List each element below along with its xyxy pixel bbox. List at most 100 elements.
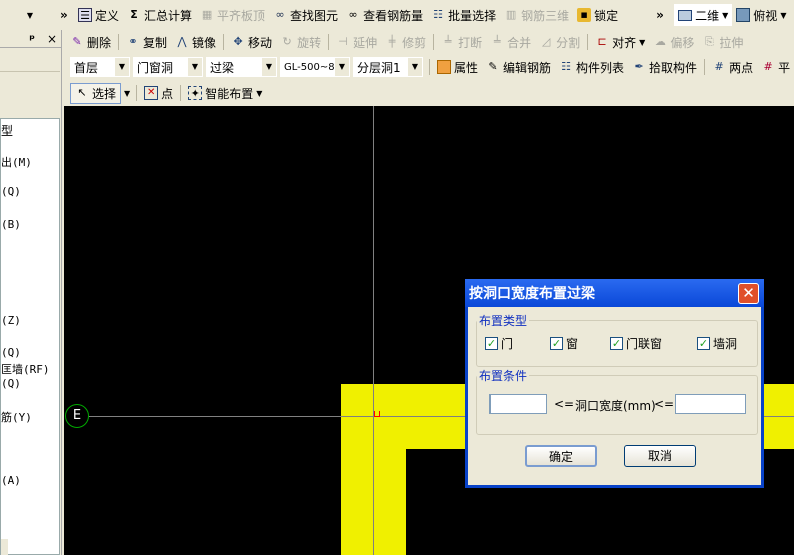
offset-icon: ☁ [654, 35, 666, 48]
dialog-title-bar[interactable]: 按洞口宽度布置过梁 [465, 279, 764, 307]
component-select[interactable]: GL-500~80 ▼ [280, 57, 350, 77]
flush-slab-button[interactable]: ▦ 平齐板顶 [196, 4, 269, 26]
check-icon: ✓ [697, 337, 710, 350]
max-width-input[interactable] [675, 394, 746, 414]
stretch-button[interactable]: ⎘ 拉伸 [698, 31, 747, 53]
left-panel: ᵖ × 型 出(M) (Q) (B) (Z) (Q) 匡墙(RF) (Q) 筋(… [0, 30, 62, 555]
point-button[interactable]: ✕ 点 [140, 82, 177, 104]
pin-icon[interactable]: ᵖ [29, 32, 35, 46]
tree-item[interactable]: 匡墙(RF) [1, 361, 50, 377]
close-icon[interactable]: × [47, 32, 57, 46]
min-width-input[interactable] [489, 394, 547, 414]
view-direction-select[interactable]: 俯视 ▼ [732, 4, 790, 26]
check-icon: ✓ [550, 337, 563, 350]
trim-button[interactable]: ╪ 修剪 [381, 31, 430, 53]
view-rebar-button[interactable]: ∞ 查看钢筋量 [342, 4, 427, 26]
pick-icon: ✒ [634, 60, 644, 73]
type-select[interactable]: 过梁 ▼ [206, 57, 277, 77]
pick-component-button[interactable]: ✒ 拾取构件 [628, 56, 701, 78]
rebar-3d-icon: ▥ [505, 8, 517, 21]
chevron-down-icon: ▼ [639, 37, 646, 47]
le-label-2: <= [654, 397, 675, 411]
panel-header: ᵖ × [0, 30, 61, 48]
copy-icon: ⚭ [128, 35, 138, 48]
rotate-button[interactable]: ↻ 旋转 [276, 31, 325, 53]
checkbox-door[interactable]: ✓ 门 [485, 335, 513, 352]
toolbar-overflow[interactable]: » [60, 8, 74, 22]
summary-calc-button[interactable]: Σ 汇总计算 [123, 4, 196, 26]
edit-rebar-button[interactable]: ✎ 编辑钢筋 [482, 56, 555, 78]
tree-item[interactable]: (Z) [1, 314, 21, 327]
extend-button[interactable]: ⊣ 延伸 [332, 31, 381, 53]
two-point-button[interactable]: # 两点 [708, 56, 757, 78]
select-button[interactable]: ↖ 选择 [70, 82, 122, 104]
edit-rebar-icon: ✎ [488, 60, 498, 73]
layer-select[interactable]: 分层洞1 ▼ [353, 57, 423, 77]
scrollbar[interactable] [1, 539, 8, 555]
two-point-icon: # [714, 60, 724, 73]
smart-layout-button[interactable]: ✦ 智能布置 ▼ [184, 82, 266, 104]
checkbox-wall-opening[interactable]: ✓ 墙洞 [697, 335, 737, 352]
list-icon: ☷ [561, 60, 571, 73]
chevron-down-icon: ▼ [408, 58, 422, 76]
floor-select[interactable]: 首层 ▼ [70, 57, 130, 77]
category-select[interactable]: 门窗洞 ▼ [133, 57, 203, 77]
chevron-down-icon: ▼ [335, 58, 349, 76]
chevron-down-icon: ▼ [262, 58, 276, 76]
glasses-icon: ∞ [348, 8, 358, 21]
align-icon: ⊏ [597, 35, 607, 48]
batch-select-icon: ☷ [433, 8, 444, 21]
cursor-icon: ↖ [77, 86, 87, 99]
tree-item[interactable]: (A) [1, 474, 21, 487]
axis-marker[interactable]: E [65, 404, 89, 428]
tree-item[interactable]: 筋(Y) [1, 409, 32, 425]
align-button[interactable]: ⊏ 对齐 ▼ [591, 31, 649, 53]
binoculars-icon: ∞ [275, 8, 285, 21]
checkbox-window[interactable]: ✓ 窗 [550, 335, 578, 352]
delete-button[interactable]: ✎ 删除 [66, 31, 115, 53]
properties-icon [437, 60, 451, 74]
split-button[interactable]: ◿ 分割 [535, 31, 584, 53]
tree-item[interactable]: 出(M) [1, 154, 32, 170]
toolbar-overflow-2[interactable]: » [656, 8, 674, 22]
parallel-button[interactable]: # 平 [757, 56, 794, 78]
define-icon: ☰ [78, 8, 92, 22]
mirror-icon: ⋀ [177, 35, 187, 48]
mirror-button[interactable]: ⋀ 镜像 [171, 31, 220, 53]
stretch-icon: ⎘ [704, 35, 714, 48]
le-label-1: <= [554, 397, 575, 411]
component-tree[interactable]: 型 出(M) (Q) (B) (Z) (Q) 匡墙(RF) (Q) 筋(Y) (… [0, 118, 60, 555]
tree-item[interactable]: (Q) [1, 346, 21, 359]
tree-item[interactable]: (B) [1, 218, 21, 231]
chevron-down-icon: ▼ [780, 10, 787, 20]
close-button[interactable]: ✕ [738, 283, 759, 304]
copy-button[interactable]: ⚭ 复制 [122, 31, 171, 53]
lock-button[interactable]: ▪ 锁定 [573, 4, 622, 26]
rebar-3d-button[interactable]: ▥ 钢筋三维 [500, 4, 573, 26]
offset-button[interactable]: ☁ 偏移 [649, 31, 698, 53]
chevron-down-icon[interactable]: ▼ [121, 89, 133, 98]
tree-item[interactable]: (Q) [1, 377, 21, 390]
cancel-button[interactable]: 取消 [624, 445, 696, 467]
find-element-button[interactable]: ∞ 查找图元 [269, 4, 342, 26]
chevron-down-icon: ▼ [115, 58, 129, 76]
merge-button[interactable]: ╧ 合并 [486, 31, 535, 53]
chevron-down-icon: ▼ [188, 58, 202, 76]
opening-width-label: 洞口宽度(mm) [575, 399, 656, 413]
tree-item[interactable]: (Q) [1, 185, 21, 198]
view-mode-select[interactable]: 二维 ▼ [674, 4, 733, 26]
break-button[interactable]: ╧ 打断 [437, 31, 486, 53]
merge-icon: ╧ [493, 35, 501, 48]
tree-item[interactable]: 型 [1, 122, 13, 139]
properties-button[interactable]: 属性 [433, 56, 482, 78]
flush-icon: ▦ [201, 8, 213, 21]
component-list-button[interactable]: ☷ 构件列表 [555, 56, 628, 78]
break-icon: ╧ [444, 35, 452, 48]
batch-select-button[interactable]: ☷ 批量选择 [427, 4, 500, 26]
define-button[interactable]: ☰ 定义 [74, 4, 123, 26]
checkbox-door-window[interactable]: ✓ 门联窗 [610, 335, 662, 352]
left-dropdown-arrow[interactable]: ▼ [0, 11, 60, 20]
chevron-down-icon: ▼ [722, 10, 729, 20]
ok-button[interactable]: 确定 [525, 445, 597, 467]
move-button[interactable]: ✥ 移动 [227, 31, 276, 53]
